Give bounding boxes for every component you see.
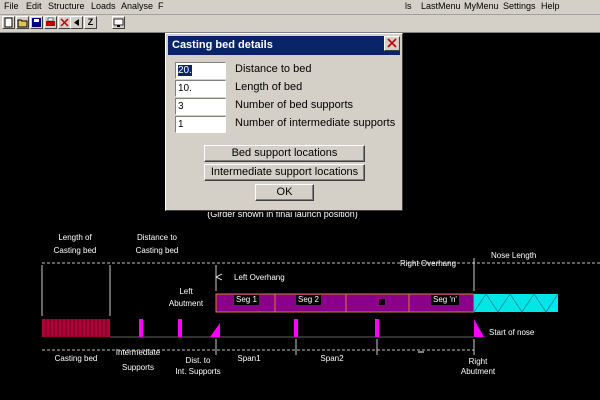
label-left-overhang: Left Overhang <box>234 273 285 282</box>
label-right: Right <box>468 357 488 366</box>
label-start-of-nose: Start of nose <box>489 328 535 337</box>
close-icon <box>60 18 69 27</box>
arrow-left-icon <box>74 19 79 26</box>
monitor-icon <box>113 18 124 27</box>
menu-analyse[interactable]: Analyse <box>121 1 153 11</box>
length-of-bed-label: Length of bed <box>235 81 303 93</box>
back-button[interactable] <box>70 16 83 29</box>
length-of-bed-input[interactable]: 10. <box>175 80 226 97</box>
right-abutment <box>474 319 484 337</box>
open-file-button[interactable] <box>16 16 29 29</box>
segment-label-1: Seg 1 <box>234 295 259 305</box>
print-button[interactable] <box>44 16 57 29</box>
label-casting-bed-top2: Casting bed <box>135 246 179 255</box>
fit-button[interactable] <box>112 16 125 29</box>
label-abutment-top: Abutment <box>168 299 204 308</box>
new-file-button[interactable] <box>2 16 15 29</box>
label-left: Left <box>179 287 193 296</box>
label-dist-to: Dist. to <box>185 356 211 365</box>
bed-support-locations-button[interactable]: Bed support locations <box>204 145 365 162</box>
pier-support-2 <box>375 319 379 337</box>
drawing-canvas: SCHEMATIC of STRUCTURE LAYOUT (Girder sh… <box>0 33 600 400</box>
casting-bed-dialog: Casting bed details 20. Distance to bed … <box>165 33 403 211</box>
distance-to-bed-label: Distance to bed <box>235 63 312 75</box>
label-casting-bed-top: Casting bed <box>53 246 97 255</box>
casting-bed <box>42 319 110 337</box>
menu-loads[interactable]: Loads <box>91 1 116 11</box>
zoom-label: Z <box>87 17 94 27</box>
label-span2: Span2 <box>320 354 344 363</box>
menu-structure[interactable]: Structure <box>48 1 85 11</box>
left-abutment <box>210 323 220 337</box>
label-supports: Supports <box>121 363 155 372</box>
pier-support-1 <box>294 319 298 337</box>
segment-ellipsis-mark <box>379 299 385 305</box>
label-distance-to: Distance to <box>136 233 178 242</box>
label-abutment-bottom: Abutment <box>460 367 496 376</box>
menu-edit[interactable]: Edit <box>26 1 42 11</box>
menu-bar: File Edit Structure Loads Analyse F ls L… <box>0 0 600 15</box>
close-icon <box>387 38 397 48</box>
menu-settings[interactable]: Settings <box>503 1 536 11</box>
new-file-icon <box>4 17 13 28</box>
label-nose-length: Nose Length <box>491 251 537 260</box>
segment-label-2: Seg 2 <box>296 295 321 305</box>
menu-help[interactable]: Help <box>541 1 560 11</box>
save-button[interactable] <box>30 16 43 29</box>
overhang-arrow <box>215 273 223 281</box>
save-icon <box>32 18 41 27</box>
distance-to-bed-input[interactable]: 20. <box>175 62 226 79</box>
label-casting-bed-bottom: Casting bed <box>54 354 98 363</box>
bed-supports-label: Number of bed supports <box>235 99 354 111</box>
open-folder-icon <box>17 19 28 28</box>
label-length-of: Length of <box>58 233 92 242</box>
bed-supports-input[interactable]: 3 <box>175 98 226 115</box>
dialog-title: Casting bed details <box>168 36 400 55</box>
menu-tools[interactable]: ls <box>405 1 412 11</box>
menu-mymenu[interactable]: MyMenu <box>464 1 499 11</box>
intermediate-supports-label: Number of intermediate supports <box>235 117 396 129</box>
dialog-close-button[interactable] <box>384 36 400 51</box>
label-right-overhang: Right Overhang <box>400 259 457 268</box>
ok-button[interactable]: OK <box>255 184 314 201</box>
intermediate-supports-input[interactable]: 1 <box>175 116 226 133</box>
intermediate-support <box>139 319 143 337</box>
menu-lastmenu[interactable]: LastMenu <box>421 1 461 11</box>
menu-partial[interactable]: F <box>158 1 164 11</box>
label-span1: Span1 <box>237 354 261 363</box>
distance-to-bed-value: 20. <box>178 65 192 76</box>
segment-label-n: Seg 'n' <box>431 295 459 305</box>
label-intermediate: Intermediate <box>115 348 161 357</box>
menu-file[interactable]: File <box>4 1 19 11</box>
label-int-supports: Int. Supports <box>175 367 221 376</box>
toolbar: Z <box>0 15 600 33</box>
int-support <box>178 319 182 337</box>
intermediate-support-locations-button[interactable]: Intermediate support locations <box>204 164 365 181</box>
zoom-button[interactable]: Z <box>84 16 97 29</box>
printer-icon <box>46 17 55 26</box>
